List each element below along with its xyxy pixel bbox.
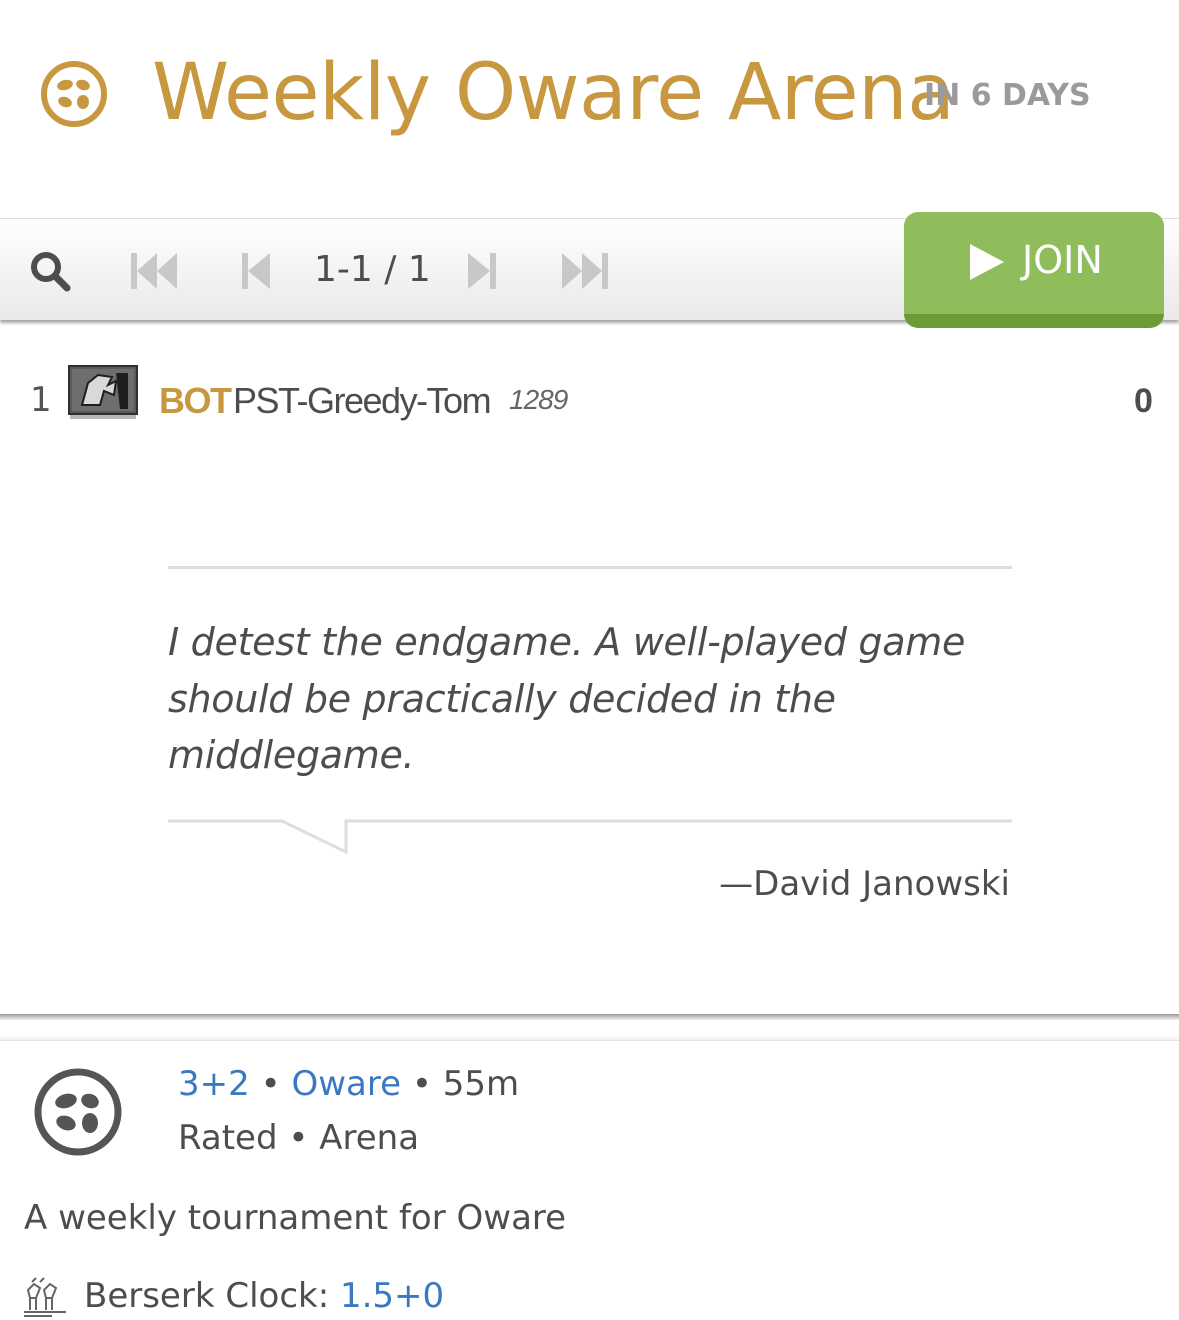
berserk-clock-info: Berserk Clock: 1.5+0 (84, 1276, 444, 1316)
player-rating: 1289 (509, 384, 568, 415)
next-page-button[interactable] (464, 247, 500, 295)
last-page-icon (562, 253, 608, 289)
berserk-icon (24, 1277, 66, 1317)
separator-dot: • (288, 1118, 320, 1158)
quote-divider (168, 566, 1012, 569)
oware-variant-icon (34, 1068, 122, 1156)
clock-link[interactable]: 3+2 (178, 1064, 250, 1104)
variant-link[interactable]: Oware (291, 1064, 401, 1104)
player-name-link[interactable]: PST-Greedy-Tom (233, 380, 492, 422)
page-indicator: 1-1 / 1 (314, 249, 431, 290)
tournament-title: Weekly Oware Arena (152, 48, 955, 138)
berserk-clock-label: Berserk Clock: (84, 1276, 330, 1316)
last-page-button[interactable] (558, 247, 612, 295)
separator-dot: • (411, 1064, 443, 1104)
system-label: Arena (319, 1118, 420, 1158)
next-page-icon (468, 253, 496, 289)
berserk-clock-value: 1.5+0 (339, 1276, 445, 1316)
starts-in-label: IN 6 DAYS (924, 78, 1091, 113)
bot-title-badge: BOT (159, 380, 232, 421)
tournament-description: A weekly tournament for Oware (24, 1198, 567, 1238)
join-label: JOIN (1022, 238, 1103, 282)
first-page-icon (131, 253, 177, 289)
oware-icon (41, 61, 107, 127)
bot-avatar-icon (68, 365, 138, 419)
first-page-button[interactable] (128, 247, 180, 295)
standing-row[interactable]: 1 BOT PST-Greedy-Tom 1289 0 (0, 360, 1179, 440)
section-divider (0, 1014, 1179, 1020)
quote-text: I detest the endgame. A well-played game… (168, 620, 966, 777)
quote-bubble-tail (168, 819, 1012, 855)
tournament-duration: 55m (442, 1064, 520, 1104)
tournament-mode: Rated • Arena (178, 1118, 419, 1158)
tournament-header: Weekly Oware Arena IN 6 DAYS (0, 0, 1179, 200)
tournament-setup: 3+2 • Oware • 55m (178, 1064, 519, 1104)
play-icon (970, 244, 1004, 280)
player-score: 0 (1134, 382, 1153, 420)
join-button[interactable]: JOIN (904, 212, 1164, 328)
search-button[interactable] (26, 247, 74, 295)
rated-label: Rated (178, 1118, 278, 1158)
player-rank: 1 (30, 380, 52, 420)
separator-dot: • (260, 1064, 292, 1104)
quote-author: —David Janowski (719, 864, 1010, 904)
previous-page-icon (242, 253, 270, 289)
search-icon (31, 252, 71, 292)
previous-page-button[interactable] (238, 247, 274, 295)
